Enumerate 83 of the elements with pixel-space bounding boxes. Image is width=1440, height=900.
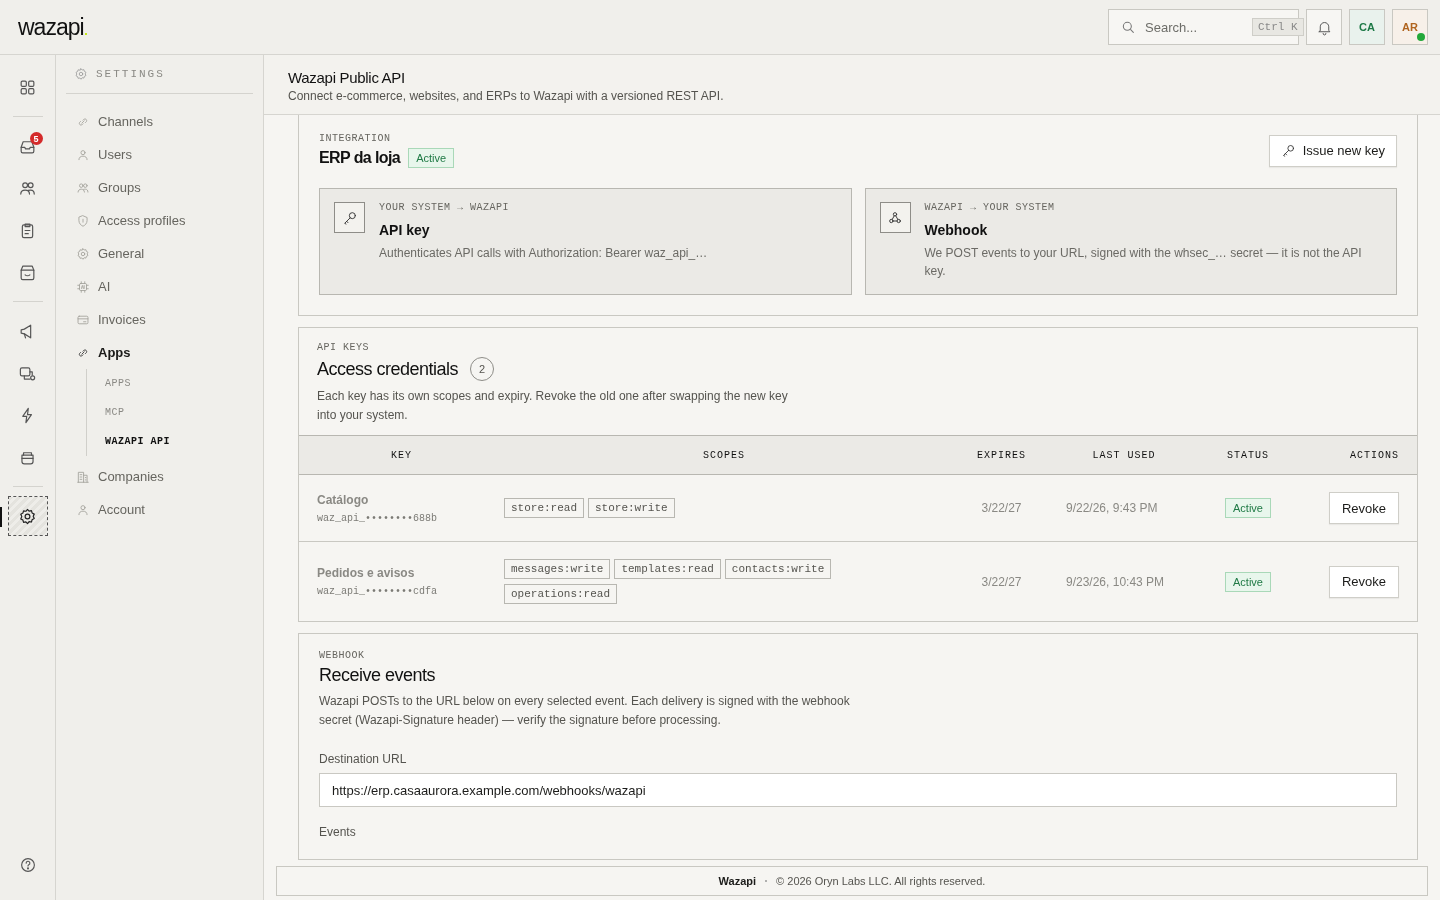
section-title: Access credentials xyxy=(317,358,459,380)
scope-tag: contacts:write xyxy=(724,559,832,579)
notification-badge: 5 xyxy=(29,132,43,145)
column-header: SCOPES xyxy=(702,449,746,461)
shortcut-key: Ctrl K xyxy=(1252,18,1304,36)
expiry-date: 3/22/27 xyxy=(980,501,1023,515)
search-icon xyxy=(1120,19,1136,35)
expiry-date: 3/22/27 xyxy=(980,574,1023,589)
revoke-button[interactable]: Revoke xyxy=(1328,565,1399,598)
logo[interactable]: wazapi xyxy=(18,13,87,41)
section-eyebrow: WEBHOOK xyxy=(319,650,366,661)
field-label: Events xyxy=(319,825,357,839)
flow-description: We POST events to your URL, signed with the whsec_… secret — it is not the API key. xyxy=(924,245,1363,280)
last-used: 9/22/26, 9:43 PM xyxy=(1065,501,1159,515)
copyright: © 2026 Oryn Labs LLC. All rights reserved. xyxy=(776,875,986,887)
search-field[interactable]: Search... xyxy=(1145,19,1243,35)
section-description: Each key has its own scopes and expiry. Revoke the old one after swapping the new key into your system. xyxy=(317,388,789,424)
settings-nav-item[interactable]: Channels xyxy=(66,105,253,138)
section-eyebrow: API KEYS xyxy=(317,342,370,353)
url-field[interactable]: https://erp.casaaurora.example.com/webhooks/wazapi xyxy=(319,773,1397,807)
settings-subnav-item[interactable]: APPS xyxy=(95,369,141,398)
status: Active xyxy=(1225,498,1271,518)
flow-eyebrow: YOUR SYSTEM → WAZAPI xyxy=(379,202,511,213)
webhook-icon xyxy=(887,209,903,226)
column-header: EXPIRES xyxy=(976,449,1027,461)
scope-tag: store:read xyxy=(504,498,584,518)
key-icon xyxy=(1280,143,1296,158)
status: Active xyxy=(1225,571,1271,592)
help-icon xyxy=(18,856,37,874)
gear-icon xyxy=(76,246,90,261)
key-value: waz_api_••••••••688b xyxy=(317,512,439,524)
column-header: ACTIONS xyxy=(1349,449,1400,461)
section-heading: SETTINGS xyxy=(96,68,165,80)
rail-button[interactable]: 5 xyxy=(8,127,47,165)
footer-brand: Wazapi xyxy=(718,875,757,887)
flow-title: API key xyxy=(379,222,431,238)
chip-icon xyxy=(76,279,90,294)
settings-nav-item[interactable]: Companies xyxy=(66,460,253,493)
scope-tag: messages:write xyxy=(504,559,611,579)
revoke-button[interactable]: Revoke xyxy=(1328,492,1399,524)
settings-nav-item[interactable]: Apps xyxy=(66,336,253,369)
settings-nav-item[interactable]: Access profiles xyxy=(66,204,253,237)
settings-icon xyxy=(74,67,88,81)
page-title: Wazapi Public API xyxy=(288,69,406,86)
user-icon xyxy=(76,502,90,517)
key-name: Pedidos e avisos xyxy=(317,566,416,580)
users-icon xyxy=(76,180,90,195)
settings-nav-item[interactable]: AI xyxy=(66,270,253,303)
key-value: waz_api_••••••••cdfa xyxy=(317,586,439,597)
settings-subnav-item[interactable]: MCP xyxy=(95,398,135,427)
user-avatar[interactable]: AR xyxy=(1392,9,1428,45)
section-title: Receive events xyxy=(319,665,437,686)
shield-icon xyxy=(76,213,90,228)
settings-icon xyxy=(18,506,37,526)
flow-description: Authenticates API calls with Authorization: Bearer waz_api_… xyxy=(379,245,708,262)
key-icon xyxy=(341,209,358,226)
section-description: Wazapi POSTs to the URL below on every selected event. Each delivery is signed with the webhook secret (Wazapi-Signature header) — verify the signature before processing. xyxy=(319,693,851,729)
column-header: KEY xyxy=(390,449,413,461)
flow-eyebrow: WAZAPI → YOUR SYSTEM xyxy=(924,202,1056,213)
user-avatar[interactable]: CA xyxy=(1349,9,1385,45)
integration-name: ERP da loja xyxy=(319,149,401,167)
last-used: 9/23/26, 10:43 PM xyxy=(1065,574,1166,589)
scope-tag: operations:read xyxy=(504,584,618,604)
settings-subnav-item[interactable]: WAZAPI API xyxy=(95,427,180,456)
field-label: Destination URL xyxy=(319,752,408,766)
settings-nav-item[interactable]: Account xyxy=(66,493,253,526)
page-subtitle: Connect e-commerce, websites, and ERPs to Wazapi with a versioned REST API. xyxy=(288,89,725,103)
settings-nav-item[interactable]: Groups xyxy=(66,171,253,204)
user-icon xyxy=(76,147,90,162)
column-header: STATUS xyxy=(1226,449,1270,461)
flow-title: Webhook xyxy=(924,222,989,238)
settings-nav-item[interactable]: General xyxy=(66,237,253,270)
column-header: LAST USED xyxy=(1091,449,1157,461)
scope-tag: templates:read xyxy=(614,559,721,579)
building-icon xyxy=(76,469,90,484)
section-eyebrow: INTEGRATION xyxy=(319,133,392,144)
status: Active xyxy=(408,148,455,168)
scope-tag: store:write xyxy=(588,498,675,518)
settings-nav-item[interactable]: Invoices xyxy=(66,303,253,336)
issue-key-button[interactable]: Issue new key xyxy=(1268,134,1397,167)
key-name: Catálogo xyxy=(317,492,370,507)
notifications-button[interactable] xyxy=(1306,9,1342,45)
settings-nav-item[interactable]: Users xyxy=(66,138,253,171)
